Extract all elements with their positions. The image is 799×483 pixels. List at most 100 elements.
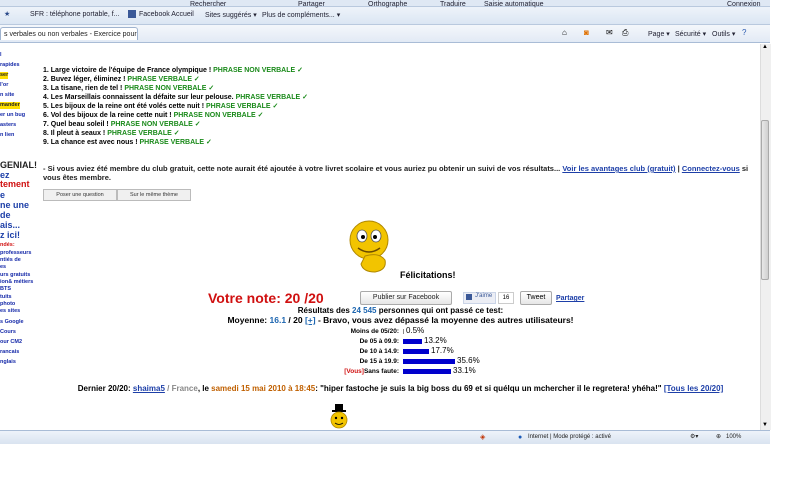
sidebar-item[interactable]: ne une — [0, 201, 29, 210]
scrollbar-thumb[interactable] — [761, 120, 769, 280]
sidebar-item[interactable]: urs gratuits — [0, 272, 30, 279]
mail-icon[interactable]: ✉ — [606, 28, 613, 37]
same-theme-button[interactable]: Sur le même thème — [117, 189, 191, 201]
distribution-bar — [403, 368, 451, 374]
answer-sentence: 7. Quel beau soleil ! — [43, 121, 111, 128]
answer-row: 5. Les bijoux de la reine ont été volés … — [43, 102, 308, 111]
facebook-share-button[interactable]: Publier sur Facebook — [360, 291, 452, 305]
sidebar-item[interactable]: e — [0, 191, 5, 200]
connexion-label[interactable]: Connexion — [727, 1, 760, 8]
answer-row: 1. Large victoire de l'équipe de France … — [43, 66, 308, 75]
protected-mode-icon[interactable]: ⚙▾ — [690, 431, 698, 444]
average-value: 16.1 — [269, 315, 287, 325]
sidebar-item[interactable]: GENIAL! — [0, 161, 37, 170]
sidebar-item[interactable]: l — [0, 52, 2, 59]
sidebar-item[interactable]: z ici! — [0, 231, 20, 240]
sidebar-item[interactable]: asters — [0, 122, 16, 129]
translate-label[interactable]: Traduire — [440, 1, 466, 8]
answer-sentence: 8. Il pleut à seaux ! — [43, 130, 108, 137]
promo-text: - Si vous aviez été membre du club gratu… — [43, 164, 561, 173]
sidebar-item[interactable]: our CM2 — [0, 339, 22, 346]
sidebar-item[interactable]: nglais — [0, 359, 16, 366]
ask-question-button[interactable]: Poser une question — [43, 189, 117, 201]
sidebar-item[interactable]: photo — [0, 301, 15, 308]
answer-row: 4. Les Marseillais connaissent la défait… — [43, 93, 308, 102]
search-label[interactable]: Rechercher — [190, 1, 226, 8]
fav-addons[interactable]: Plus de compléments... ▾ — [262, 11, 340, 19]
share-label[interactable]: Partager — [298, 1, 325, 8]
security-menu[interactable]: Sécurité ▾ — [675, 30, 706, 38]
last-user-link[interactable]: shaima5 — [133, 384, 165, 393]
congrats-text: Félicitations! — [400, 270, 456, 280]
page-menu[interactable]: Page ▾ — [648, 30, 670, 38]
results-line: Résultats des 24 545 personnes qui ont p… — [43, 306, 758, 315]
results-prefix: Résultats des — [297, 306, 353, 315]
club-benefits-link[interactable]: Voir les avantages club (gratuit) — [562, 164, 675, 173]
results-count: 24 545 — [352, 306, 377, 315]
answer-result: PHRASE VERBALE ✓ — [235, 94, 308, 101]
share-link[interactable]: Partager — [556, 295, 584, 302]
sidebar-item[interactable]: rapides — [0, 62, 20, 69]
tools-menu[interactable]: Outils ▾ — [712, 30, 735, 38]
autofill-label[interactable]: Saisie automatique — [484, 1, 544, 8]
fav-suggested[interactable]: Sites suggérés ▾ — [205, 11, 257, 19]
login-link[interactable]: Connectez-vous — [682, 164, 740, 173]
sidebar-item[interactable]: ndés: — [0, 242, 15, 249]
sidebar-item[interactable]: rancais — [0, 349, 19, 356]
sidebar-item[interactable]: tement — [0, 180, 30, 189]
favorites-bar: Rechercher Partager Orthographe Traduire… — [0, 1, 770, 25]
distribution-percent: 33.1% — [453, 366, 476, 375]
all-perfect-scores-link[interactable]: [Tous les 20/20] — [664, 384, 723, 393]
answer-sentence: 1. Large victoire de l'équipe de France … — [43, 67, 214, 74]
sidebar-item[interactable]: ais... — [0, 221, 20, 230]
active-tab[interactable]: s verbales ou non verbales - Exercice po… — [0, 27, 138, 40]
home-icon[interactable]: ⌂ — [562, 28, 567, 37]
distribution-range: Sans faute: — [363, 368, 399, 375]
sidebar-item[interactable]: ntiés de — [0, 257, 21, 264]
last-prefix: Dernier 20/20: — [77, 384, 133, 393]
answer-sentence: 5. Les bijoux de la reine ont été volés … — [43, 103, 206, 110]
sidebar-item[interactable]: er un bug — [0, 112, 25, 119]
last-date: samedi 15 mai 2010 à 18:45 — [211, 384, 316, 393]
scroll-up-icon[interactable]: ▲ — [762, 44, 768, 50]
sidebar-item[interactable]: l'or — [0, 82, 8, 89]
sidebar-item[interactable]: Cours — [0, 329, 16, 336]
distribution-range: De 10 à 14.9: — [359, 348, 399, 355]
sidebar-item[interactable]: tuits — [0, 294, 12, 301]
rss-icon[interactable]: ◙ — [584, 28, 589, 37]
zoom-level[interactable]: 100% — [726, 431, 741, 444]
print-icon[interactable]: ⎙ — [622, 28, 628, 38]
score-label: Votre note: 20 /20 — [208, 290, 324, 306]
help-icon[interactable]: ? — [742, 28, 746, 37]
sidebar-item[interactable]: n lien — [0, 132, 14, 139]
distribution-percent: 17.7% — [431, 346, 454, 355]
sidebar-item[interactable]: BTS — [0, 286, 11, 293]
scroll-down-icon[interactable]: ▼ — [762, 422, 768, 428]
sidebar-item[interactable]: de — [0, 211, 11, 220]
sidebar-item[interactable]: n site — [0, 92, 14, 99]
average-details-link[interactable]: [+] — [305, 315, 316, 325]
average-line: Moyenne: 16.1 / 20 [+] - Bravo, vous ave… — [43, 315, 758, 325]
fav-sfr[interactable]: SFR : téléphone portable, f... — [30, 11, 120, 18]
favorites-star-icon[interactable]: ★ — [4, 10, 10, 18]
sidebar-item[interactable]: s Google — [0, 319, 24, 326]
sidebar-item[interactable]: ez — [0, 171, 10, 180]
sidebar-item[interactable]: es — [0, 264, 6, 271]
answer-row: 2. Buvez léger, éliminez ! PHRASE VERBAL… — [43, 75, 308, 84]
sidebar-item[interactable]: ion& métiers — [0, 279, 33, 286]
distribution-percent: 0.5% — [406, 326, 425, 335]
distribution-percent: 13.2% — [424, 336, 447, 345]
sidebar-item[interactable]: professeurs — [0, 250, 32, 257]
tweet-button[interactable]: Tweet — [520, 291, 552, 305]
fav-facebook[interactable]: Facebook Accueil — [139, 11, 194, 18]
congrats-smiley-icon — [349, 220, 389, 273]
sidebar-item[interactable]: mander — [0, 102, 20, 109]
answer-row: 3. La tisane, rien de tel ! PHRASE NON V… — [43, 84, 308, 93]
status-bar: ◈ ● Internet | Mode protégé : activé ⚙▾ … — [0, 430, 770, 444]
sidebar-item[interactable]: es sites — [0, 308, 20, 315]
sidebar-item[interactable]: ser — [0, 72, 9, 79]
orthographe-label[interactable]: Orthographe — [368, 1, 407, 8]
globe-icon: ● — [518, 434, 523, 441]
answer-row: 6. Vol des bijoux de la reine cette nuit… — [43, 111, 308, 120]
last-perfect-score: Dernier 20/20: shaima5 / France, le same… — [43, 384, 758, 394]
